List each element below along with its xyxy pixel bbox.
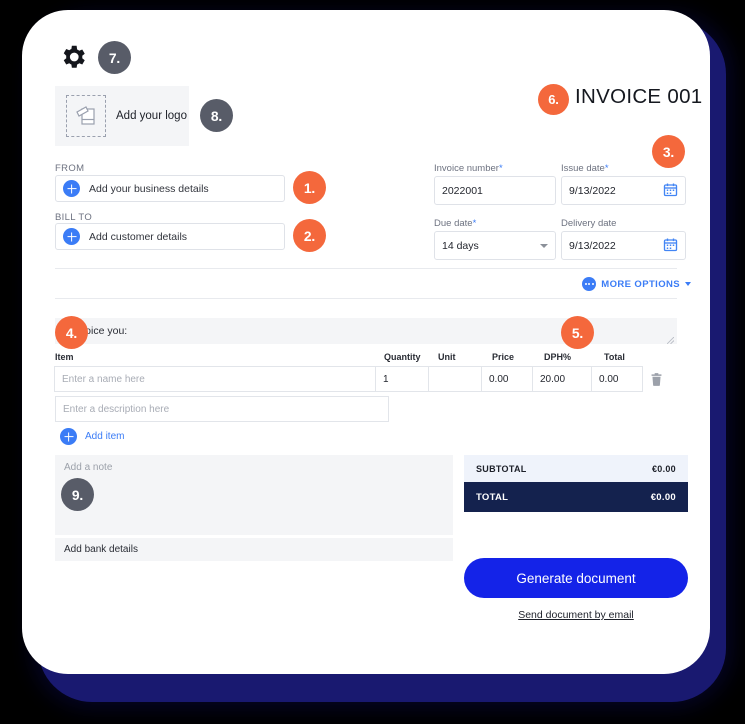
bill-to-label: BILL TO xyxy=(55,212,93,223)
image-placeholder-icon xyxy=(66,95,106,137)
from-label: FROM xyxy=(55,163,85,174)
divider-bottom xyxy=(55,298,677,299)
table-header-row: Item Quantity Unit Price DPH% Total xyxy=(55,352,677,366)
add-business-details-button[interactable]: Add your business details xyxy=(55,175,285,202)
chevron-down-icon xyxy=(540,243,548,248)
subtotal-label: SUBTOTAL xyxy=(476,463,527,474)
add-bank-details-label: Add bank details xyxy=(64,544,138,555)
column-header-dph: DPH% xyxy=(544,352,572,362)
page-title: INVOICE 001 xyxy=(575,85,703,108)
subtotal-row: SUBTOTAL €0.00 xyxy=(464,455,688,482)
item-description-placeholder: Enter a description here xyxy=(63,403,170,415)
item-price-input[interactable]: 0.00 xyxy=(481,366,533,392)
column-header-item: Item xyxy=(55,352,74,362)
calendar-icon[interactable] xyxy=(663,182,678,200)
plus-circle-icon xyxy=(63,180,80,197)
resize-grip-icon[interactable] xyxy=(666,335,675,345)
invoice-number-label: Invoice number* xyxy=(434,163,503,174)
note-input[interactable]: Add a note xyxy=(55,455,453,535)
item-description-input[interactable]: Enter a description here xyxy=(55,396,389,422)
annotation-badge-5: 5. xyxy=(561,316,594,349)
due-date-label: Due date* xyxy=(434,218,477,229)
column-header-price: Price xyxy=(492,352,515,362)
item-total-value: 0.00 xyxy=(591,366,643,392)
total-row: TOTAL €0.00 xyxy=(464,482,688,512)
calendar-icon[interactable] xyxy=(663,237,678,255)
table-row: Enter a name here 1 0.00 20.00 0.00 xyxy=(54,366,677,392)
item-dph-input[interactable]: 20.00 xyxy=(532,366,592,392)
send-document-by-email-link[interactable]: Send document by email xyxy=(464,609,688,621)
subtotal-value: €0.00 xyxy=(651,463,676,474)
add-customer-details-button[interactable]: Add customer details xyxy=(55,223,285,250)
add-business-details-label: Add your business details xyxy=(89,182,209,195)
line-items-table: Item Quantity Unit Price DPH% Total Ente… xyxy=(54,352,677,392)
item-unit-input[interactable] xyxy=(428,366,482,392)
plus-circle-icon xyxy=(63,228,80,245)
column-header-total: Total xyxy=(604,352,625,362)
issue-date-input[interactable]: 9/13/2022 xyxy=(561,176,686,205)
annotation-badge-4: 4. xyxy=(55,316,88,349)
generate-document-button[interactable]: Generate document xyxy=(464,558,688,598)
divider-top xyxy=(55,268,677,269)
annotation-badge-3: 3. xyxy=(652,135,685,168)
more-options-toggle[interactable]: MORE OPTIONS xyxy=(582,277,691,291)
trash-icon[interactable] xyxy=(643,372,669,386)
screenshot-stage: Add your logo FROM Add your business det… xyxy=(0,0,745,724)
logo-upload-box[interactable]: Add your logo xyxy=(55,86,189,146)
more-options-label: MORE OPTIONS xyxy=(601,278,680,290)
total-label: TOTAL xyxy=(476,491,509,503)
total-value: €0.00 xyxy=(650,491,676,503)
chevron-down-icon xyxy=(685,282,691,286)
annotation-badge-8: 8. xyxy=(200,99,233,132)
due-date-select[interactable]: 14 days xyxy=(434,231,556,260)
item-name-input[interactable]: Enter a name here xyxy=(54,366,376,392)
annotation-badge-7: 7. xyxy=(98,41,131,74)
add-customer-details-label: Add customer details xyxy=(89,230,188,243)
delivery-date-label: Delivery date xyxy=(561,218,617,229)
annotation-badge-6: 6. xyxy=(538,84,569,115)
issue-date-label: Issue date* xyxy=(561,163,609,174)
plus-circle-icon xyxy=(60,428,77,445)
invoice-number-input[interactable]: 2022001 xyxy=(434,176,556,205)
note-placeholder: Add a note xyxy=(64,462,113,473)
add-bank-details-button[interactable]: Add bank details xyxy=(55,538,453,561)
column-header-unit: Unit xyxy=(438,352,456,362)
logo-upload-label: Add your logo xyxy=(116,110,187,122)
delivery-date-input[interactable]: 9/13/2022 xyxy=(561,231,686,260)
column-header-quantity: Quantity xyxy=(384,352,421,362)
annotation-badge-2: 2. xyxy=(293,219,326,252)
settings-gear-icon[interactable] xyxy=(58,42,88,72)
annotation-badge-1: 1. xyxy=(293,171,326,204)
add-item-label: Add item xyxy=(85,431,125,442)
item-quantity-input[interactable]: 1 xyxy=(375,366,429,392)
add-item-button[interactable]: Add item xyxy=(60,428,124,445)
three-dots-icon xyxy=(582,277,597,291)
annotation-badge-9: 9. xyxy=(61,478,94,511)
